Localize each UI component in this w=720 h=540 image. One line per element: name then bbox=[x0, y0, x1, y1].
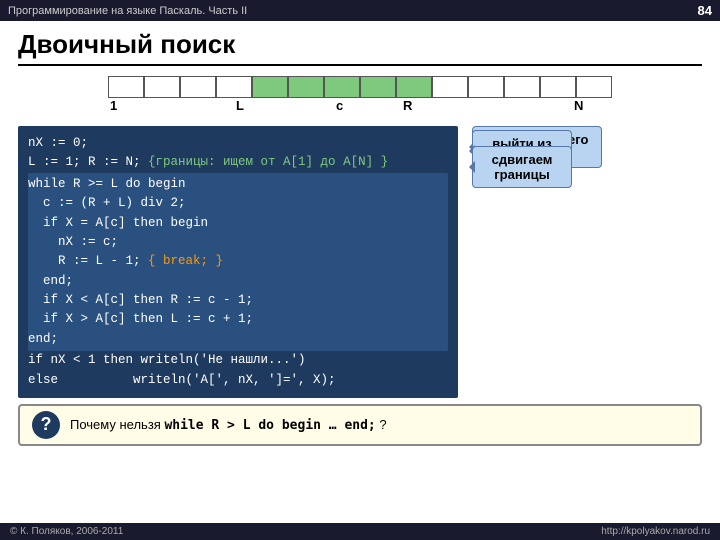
page-number: 84 bbox=[698, 3, 712, 18]
array-cell-4 bbox=[252, 76, 288, 98]
array-labels: 1 L c R N bbox=[108, 98, 612, 118]
array-label-N: N bbox=[574, 98, 583, 113]
code-line-2: L := 1; R := N; {границы: ищем от A[1] д… bbox=[28, 153, 448, 172]
array-label-L: L bbox=[236, 98, 244, 113]
code-line-13: else writeln('A[', nX, ']=', X); bbox=[28, 371, 448, 390]
array-cell-11 bbox=[504, 76, 540, 98]
array-cell-5 bbox=[288, 76, 324, 98]
array-cell-13 bbox=[576, 76, 612, 98]
top-bar: Программирование на языке Паскаль. Часть… bbox=[0, 0, 720, 21]
array-label-c: c bbox=[336, 98, 343, 113]
array-cell-3 bbox=[216, 76, 252, 98]
array-cell-6 bbox=[324, 76, 360, 98]
question-box: ? Почему нельзя while R > L do begin … e… bbox=[18, 404, 702, 446]
website: http://kpolyakov.narod.ru bbox=[601, 526, 710, 537]
array-visualization: 1 L c R N bbox=[18, 76, 702, 118]
question-text: Почему нельзя while R > L do begin … end… bbox=[70, 417, 387, 433]
code-line-9: if X < A[c] then R := c - 1; bbox=[28, 291, 448, 310]
tooltip-shift-text: сдвигаем границы bbox=[492, 152, 553, 182]
code-line-3: while R >= L do begin bbox=[28, 175, 448, 194]
slide-title: Двоичный поиск bbox=[18, 29, 702, 66]
tooltip-shift-bounds: сдвигаем границы bbox=[472, 146, 572, 188]
array-label-1: 1 bbox=[110, 98, 117, 113]
code-line-10: if X > A[c] then L := c + 1; bbox=[28, 310, 448, 329]
code-line-6: nX := c; bbox=[28, 233, 448, 252]
question-icon: ? bbox=[32, 411, 60, 439]
code-block: nX := 0; L := 1; R := N; {границы: ищем … bbox=[18, 126, 458, 398]
code-line-7: R := L - 1; { break; } bbox=[28, 252, 448, 271]
array-cell-0 bbox=[108, 76, 144, 98]
code-line-12: if nX < 1 then writeln('Не нашли...') bbox=[28, 351, 448, 370]
code-line-11: end; bbox=[28, 330, 448, 349]
array-cell-1 bbox=[144, 76, 180, 98]
array-cell-12 bbox=[540, 76, 576, 98]
code-line-5: if X = A[c] then begin bbox=[28, 214, 448, 233]
code-line-8: end; bbox=[28, 272, 448, 291]
array-cells bbox=[108, 76, 612, 98]
code-line-1: nX := 0; bbox=[28, 134, 448, 153]
course-title: Программирование на языке Паскаль. Часть… bbox=[8, 5, 247, 17]
array-cell-8 bbox=[396, 76, 432, 98]
array-cell-9 bbox=[432, 76, 468, 98]
code-line-4: c := (R + L) div 2; bbox=[28, 194, 448, 213]
array-cell-2 bbox=[180, 76, 216, 98]
array-cell-7 bbox=[360, 76, 396, 98]
array-label-R: R bbox=[403, 98, 412, 113]
copyright: © К. Поляков, 2006-2011 bbox=[10, 526, 123, 537]
bottom-bar: © К. Поляков, 2006-2011 http://kpolyakov… bbox=[0, 523, 720, 540]
array-cell-10 bbox=[468, 76, 504, 98]
